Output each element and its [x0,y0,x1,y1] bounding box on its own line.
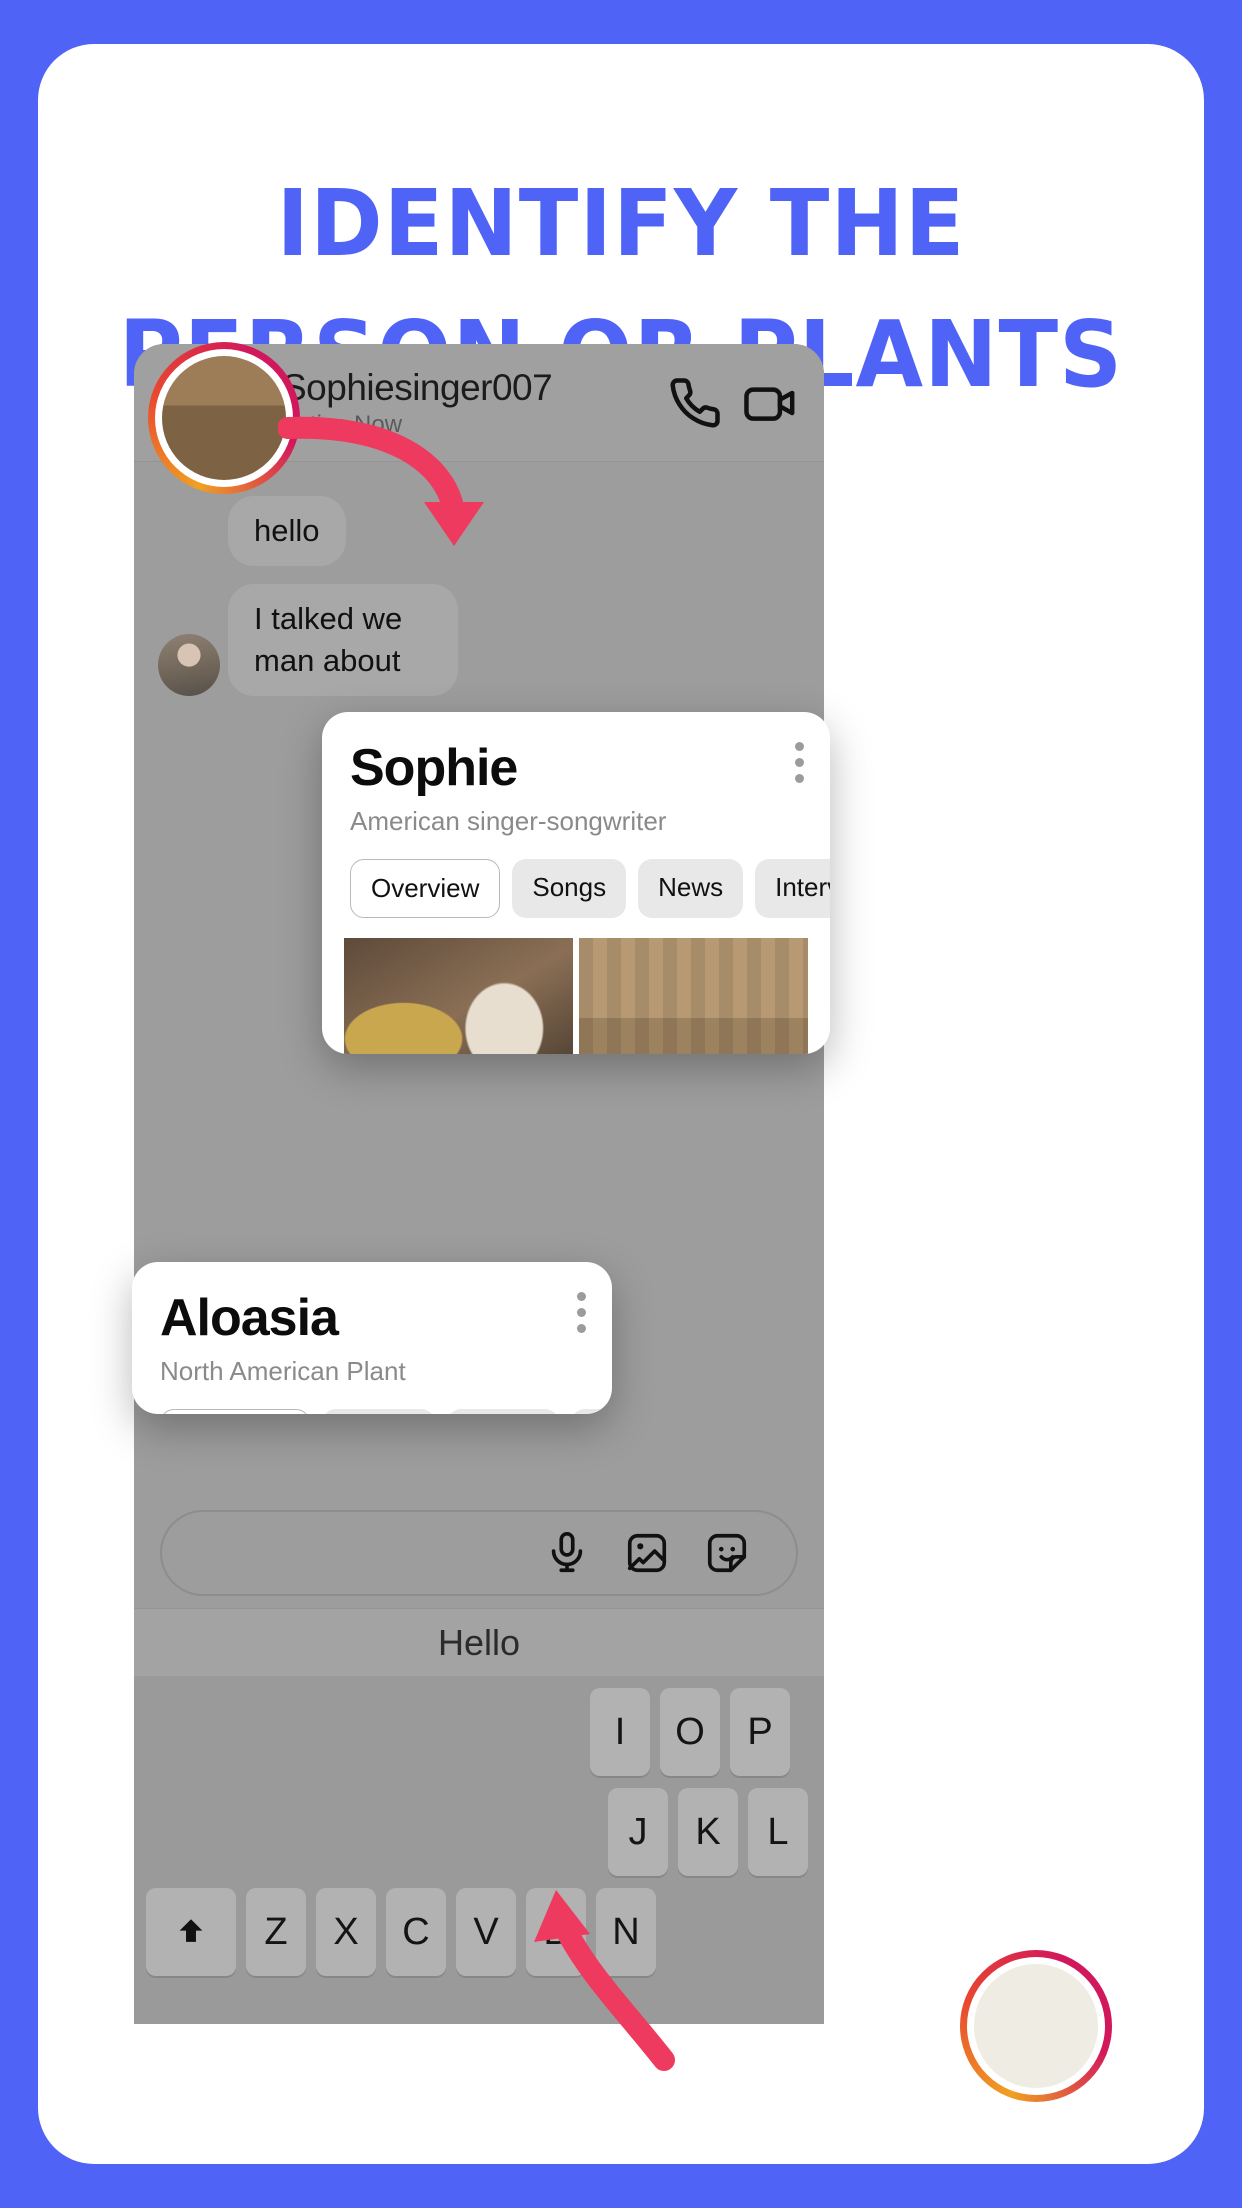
key-i[interactable]: I [590,1688,650,1776]
tab-aloasia[interactable]: Aloasia [570,1409,612,1414]
avatar [162,356,286,480]
card-title: Sophie [350,739,518,797]
tab-plants[interactable]: Plants [446,1409,559,1414]
sticker-icon[interactable] [704,1530,750,1576]
tab-overview[interactable]: Overview [160,1409,311,1414]
message-bubble: I talked we man about [228,583,458,696]
key-j[interactable]: J [608,1788,668,1876]
shift-icon[interactable] [146,1888,236,1976]
kebab-menu-icon[interactable] [795,742,804,783]
card-subtitle: American singer-songwriter [350,806,667,836]
result-card-aloasia: Aloasia North American Plant Overview Gr… [132,1262,612,1414]
keyboard-row-2: J K L [142,1788,816,1876]
sophie-story-avatar[interactable] [148,342,300,494]
photo-wooden-house[interactable] [579,938,808,1054]
result-card-sophie: Sophie American singer-songwriter Overvi… [322,712,830,1054]
key-o[interactable]: O [660,1688,720,1776]
story-ring-gap [967,1957,1105,2095]
video-camera-icon[interactable] [742,376,800,430]
card-subtitle: North American Plant [160,1356,406,1386]
headline-line-1: IDENTIFY THE [276,171,966,278]
key-k[interactable]: K [678,1788,738,1876]
chat-contact-info: Sophiesinger007 Active Now [282,367,648,439]
key-v[interactable]: V [456,1888,516,1976]
message-input[interactable] [160,1510,798,1596]
card-header: Sophie American singer-songwriter Overvi… [322,712,830,1054]
key-b[interactable]: B [526,1888,586,1976]
key-p[interactable]: P [730,1688,790,1776]
message-input-bar [134,1498,824,1608]
key-x[interactable]: X [316,1888,376,1976]
phone-icon[interactable] [668,376,722,430]
tab-interviews[interactable]: Interviews [755,859,830,918]
message-bubble: hello [228,496,346,566]
chat-username: Sophiesinger007 [282,366,553,408]
card-header: Aloasia North American Plant Overview Gr… [132,1262,612,1414]
tab-overview[interactable]: Overview [350,859,501,918]
photo-hay-bale[interactable] [344,938,573,1054]
card-photo-grid [322,938,830,1054]
kebab-menu-icon[interactable] [577,1292,586,1333]
avatar [158,633,220,696]
image-icon[interactable] [624,1530,670,1576]
microphone-icon[interactable] [544,1530,590,1576]
chat-status: Active Now [282,410,403,438]
key-z[interactable]: Z [246,1888,306,1976]
card-tabs: Overview Songs News Interviews [350,859,830,918]
message-row: hello [134,496,824,566]
keyboard-row-3: Z X C V B N [142,1888,816,1976]
keyboard-row-1: I O P [142,1688,816,1776]
tab-songs[interactable]: Songs [512,859,627,918]
key-l[interactable]: L [748,1788,808,1876]
tab-green[interactable]: Green [322,1409,435,1414]
chat-screen: Sophiesinger007 Active Now hello I talke… [134,344,824,2024]
keyboard: I O P J K L Z X C V B N [134,1676,824,2024]
suggestion-bar[interactable]: Hello [134,1608,824,1676]
card-tabs: Overview Green Plants Aloasia [160,1409,612,1414]
plant-story-avatar[interactable] [960,1950,1112,2102]
card-title: Aloasia [160,1289,339,1347]
key-c[interactable]: C [386,1888,446,1976]
key-n[interactable]: N [596,1888,656,1976]
story-ring-gap [155,349,293,487]
promo-frame: IDENTIFY THE PERSON OR PLANTS Sophiesing… [38,44,1204,2164]
message-row: I talked we man about [134,583,824,696]
avatar [974,1964,1098,2088]
tab-news[interactable]: News [638,859,744,918]
suggestion-word[interactable]: Hello [438,1622,520,1664]
